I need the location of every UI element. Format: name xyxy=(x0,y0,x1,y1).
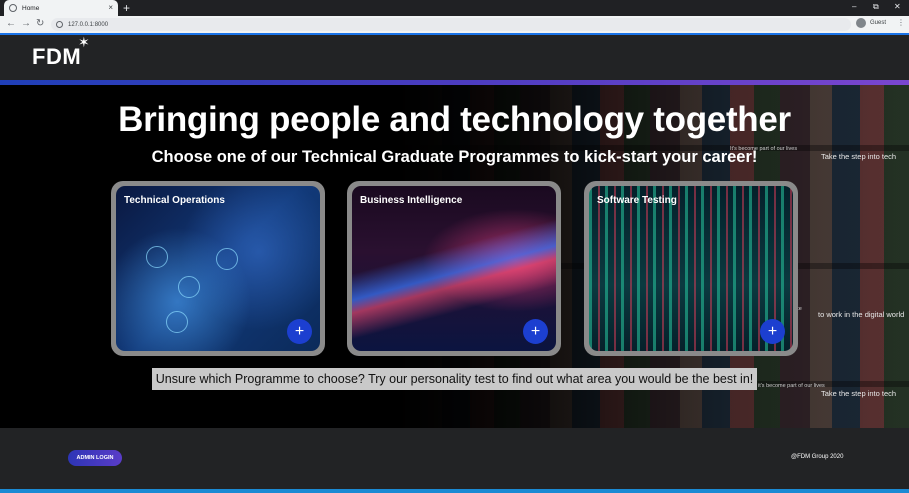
avatar-icon xyxy=(856,18,866,28)
minimize-icon[interactable]: – xyxy=(852,1,856,13)
window-close-icon[interactable]: ✕ xyxy=(894,1,901,13)
card-title: Business Intelligence xyxy=(360,195,463,206)
info-icon[interactable] xyxy=(56,21,63,28)
browser-tab-home[interactable]: Home × xyxy=(4,0,118,16)
browser-tabstrip: Home × + – ⧉ ✕ xyxy=(0,0,909,16)
profile-label: Guest xyxy=(870,20,887,26)
address-bar[interactable]: 127.0.0.1:8000 xyxy=(51,18,851,31)
personality-test-link[interactable]: Unsure which Programme to choose? Try ou… xyxy=(152,368,757,390)
star-icon: ✶ xyxy=(78,34,90,50)
restore-icon[interactable]: ⧉ xyxy=(873,1,879,13)
kebab-menu-icon[interactable]: ⋮ xyxy=(897,18,905,27)
card-expand-button[interactable]: + xyxy=(523,319,548,344)
url-text[interactable]: 127.0.0.1:8000 xyxy=(68,22,108,28)
hero-section: It's become part of our lives Take the s… xyxy=(0,85,909,428)
forward-icon[interactable]: → xyxy=(21,18,31,30)
card-title: Software Testing xyxy=(597,195,677,206)
mosaic-caption: to work in the digital world xyxy=(818,310,905,319)
close-icon[interactable]: × xyxy=(108,4,113,12)
card-title: Technical Operations xyxy=(124,195,225,206)
logo-text: FDM xyxy=(32,44,82,69)
back-icon[interactable]: ← xyxy=(6,18,16,30)
card-image: Business Intelligence + xyxy=(352,186,556,351)
browser-toolbar: ← → ↻ 127.0.0.1:8000 Guest ⋮ xyxy=(0,16,909,33)
bottom-accent-line xyxy=(0,489,909,493)
hero-subtitle: Choose one of our Technical Graduate Pro… xyxy=(151,148,758,166)
mosaic-caption: Take the step into tech xyxy=(821,389,897,398)
programme-card-software-testing[interactable]: Software Testing + xyxy=(584,181,798,356)
new-tab-button[interactable]: + xyxy=(123,1,130,15)
card-image: Software Testing + xyxy=(589,186,793,351)
globe-icon xyxy=(9,4,17,12)
fdm-logo[interactable]: FDM ✶ xyxy=(32,34,90,70)
programme-card-technical-operations[interactable]: Technical Operations + xyxy=(111,181,325,356)
mosaic-caption: it's become part of our lives xyxy=(758,383,825,389)
reload-icon[interactable]: ↻ xyxy=(36,18,44,30)
card-expand-button[interactable]: + xyxy=(760,319,785,344)
site-footer: ADMIN LOGIN @FDM Group 2020 xyxy=(0,428,909,489)
hero-title: Bringing people and technology together xyxy=(118,100,791,139)
card-expand-button[interactable]: + xyxy=(287,319,312,344)
card-image: Technical Operations + xyxy=(116,186,320,351)
site-header: FDM ✶ xyxy=(0,34,909,80)
tab-title: Home xyxy=(22,4,40,12)
profile-button[interactable]: Guest xyxy=(856,18,886,28)
admin-login-button[interactable]: ADMIN LOGIN xyxy=(68,450,122,466)
copyright-text: @FDM Group 2020 xyxy=(791,454,844,460)
programme-card-business-intelligence[interactable]: Business Intelligence + xyxy=(347,181,561,356)
